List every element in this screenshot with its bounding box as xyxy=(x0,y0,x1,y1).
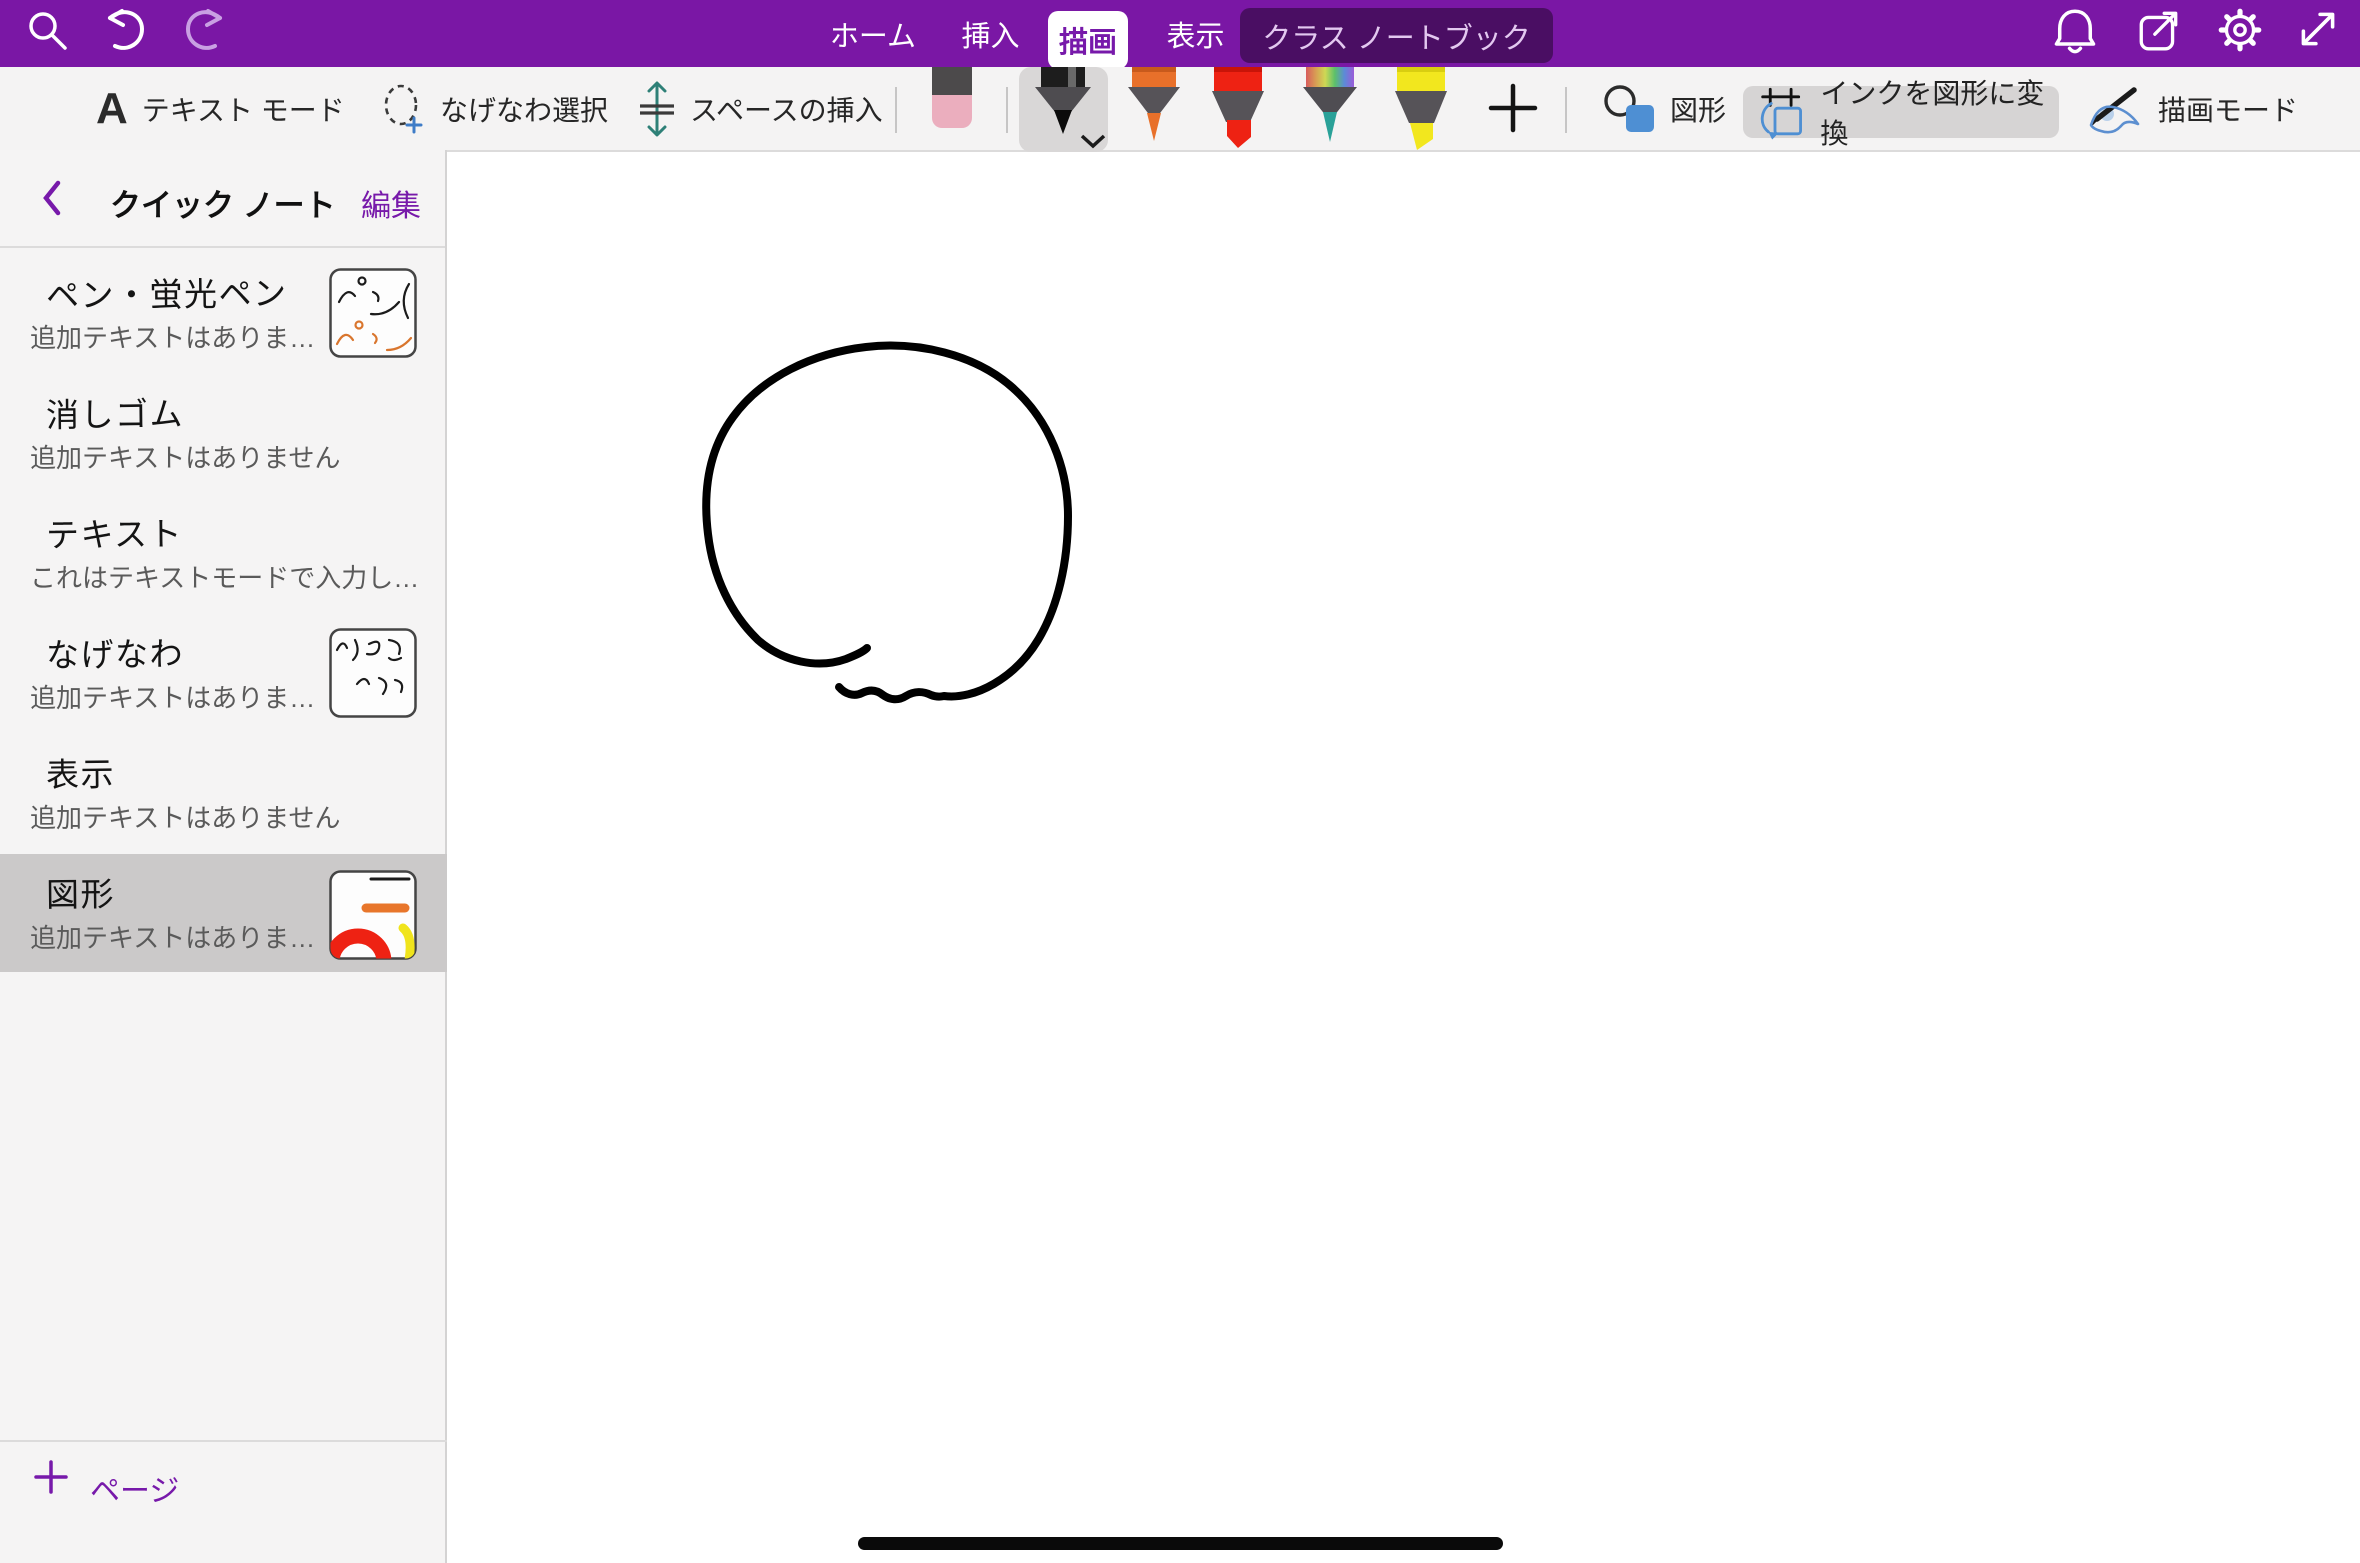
text-mode-icon: A xyxy=(96,87,128,131)
shapes-button[interactable]: 図形 xyxy=(1598,67,1726,150)
home-indicator[interactable] xyxy=(858,1537,1503,1550)
shapes-icon xyxy=(1598,82,1656,136)
redo-icon[interactable] xyxy=(180,2,232,58)
insert-space-button[interactable]: スペースの挿入 xyxy=(638,67,883,150)
draw-mode-label: 描画モード xyxy=(2158,89,2298,129)
page-thumbnail xyxy=(329,628,417,718)
page-row-eraser[interactable]: 消しゴム 追加テキストはありません xyxy=(0,374,447,492)
tab-view[interactable]: 表示 xyxy=(1153,0,1238,67)
text-mode-button[interactable]: A テキスト モード xyxy=(96,67,345,150)
tab-draw[interactable]: 描画 xyxy=(1048,11,1128,69)
lasso-icon xyxy=(382,82,426,136)
page-thumbnail xyxy=(329,870,417,960)
page-title: ペン・蛍光ペン xyxy=(46,267,288,318)
lasso-label: なげなわ選択 xyxy=(440,89,608,129)
toolbar-divider xyxy=(1565,87,1567,133)
tab-home[interactable]: ホーム xyxy=(823,0,923,67)
page-row-text[interactable]: テキスト これはテキストモードで入力し… xyxy=(0,494,447,612)
page-row-shapes[interactable]: 図形 追加テキストはありま… xyxy=(0,854,447,972)
convert-ink-icon xyxy=(1757,82,1804,142)
page-list-sidebar: クイック ノート 編集 ペン・蛍光ペン 追加テキストはありま… 消しゴム xyxy=(0,150,447,1563)
page-title: 図形 xyxy=(46,868,115,917)
page-subtitle: これはテキストモードで入力し… xyxy=(30,558,419,595)
search-icon[interactable] xyxy=(20,5,76,61)
back-chevron-icon[interactable] xyxy=(42,180,62,216)
draw-mode-button[interactable]: 描画モード xyxy=(2082,67,2298,150)
plus-icon xyxy=(34,1460,68,1494)
shapes-label: 図形 xyxy=(1670,89,1726,129)
tab-class-notebook[interactable]: クラス ノートブック xyxy=(1240,8,1553,63)
gear-icon[interactable] xyxy=(2215,2,2265,58)
resize-icon[interactable] xyxy=(2294,4,2342,54)
share-icon[interactable] xyxy=(2135,4,2183,56)
draw-mode-icon xyxy=(2082,80,2144,138)
page-row-lasso[interactable]: なげなわ 追加テキストはありま… xyxy=(0,614,447,732)
page-subtitle: 追加テキストはありません xyxy=(30,438,340,475)
toolbar-divider xyxy=(1006,87,1008,133)
add-page-button[interactable]: ページ xyxy=(0,1440,447,1563)
lasso-select-button[interactable]: なげなわ選択 xyxy=(382,67,608,150)
toolbar-divider xyxy=(895,87,897,133)
text-mode-label: テキスト モード xyxy=(142,89,345,129)
page-title: なげなわ xyxy=(46,627,184,676)
bell-icon[interactable] xyxy=(2051,4,2099,60)
page-title: 表示 xyxy=(46,748,115,797)
canvas-ink-circle[interactable] xyxy=(706,346,1068,700)
onenote-app: ホーム 挿入 描画 表示 クラス ノートブック xyxy=(0,0,2360,1563)
sidebar-header: クイック ノート 編集 xyxy=(0,150,445,248)
add-page-label: ページ xyxy=(90,1466,179,1510)
page-subtitle: 追加テキストはありま… xyxy=(30,918,315,955)
page-subtitle: 追加テキストはありません xyxy=(30,798,340,835)
page-subtitle: 追加テキストはありま… xyxy=(30,678,315,715)
top-app-bar: ホーム 挿入 描画 表示 クラス ノートブック xyxy=(0,0,2360,67)
insert-space-label: スペースの挿入 xyxy=(690,89,883,129)
page-title: テキスト xyxy=(46,507,184,556)
draw-ribbon: A テキスト モード なげなわ選択 スペースの挿入 xyxy=(0,67,2360,152)
convert-ink-label: インクを図形に変換 xyxy=(1820,72,2059,152)
convert-ink-to-shape-button[interactable]: インクを図形に変換 xyxy=(1743,86,2059,138)
page-thumbnail xyxy=(329,268,417,358)
insert-space-icon xyxy=(638,80,676,138)
tab-insert[interactable]: 挿入 xyxy=(948,0,1033,67)
undo-icon[interactable] xyxy=(98,2,150,58)
page-subtitle: 追加テキストはありま… xyxy=(30,318,315,355)
notebook-section-title: クイック ノート xyxy=(110,180,336,225)
page-row-view[interactable]: 表示 追加テキストはありません xyxy=(0,734,447,852)
edit-button[interactable]: 編集 xyxy=(361,181,421,225)
page-row-pen-highlighter[interactable]: ペン・蛍光ペン 追加テキストはありま… xyxy=(0,254,447,372)
page-title: 消しゴム xyxy=(46,387,184,436)
